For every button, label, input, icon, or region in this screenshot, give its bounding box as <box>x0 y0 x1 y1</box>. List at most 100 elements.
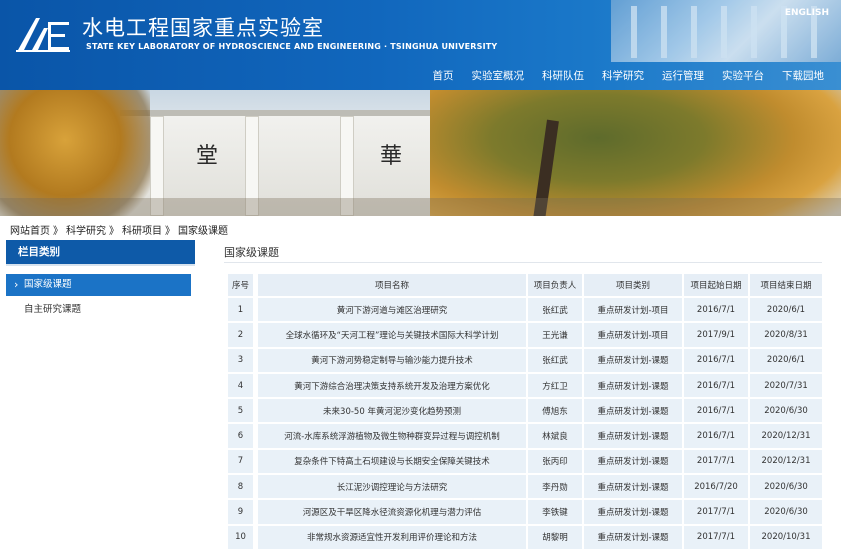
project-category: 重点研发计划-课题 <box>582 348 682 372</box>
nav-item-home[interactable]: 首页 <box>424 68 463 83</box>
nav-item-team[interactable]: 科研队伍 <box>533 68 593 83</box>
projects-table: 序号 项目名称 项目负责人 项目类别 项目起始日期 项目结束日期 1 黄河下游河道… <box>228 272 822 551</box>
principal-investigator: 傅旭东 <box>526 399 582 423</box>
end-date: 2020/6/1 <box>748 298 822 322</box>
start-date: 2016/7/20 <box>682 475 748 499</box>
end-date: 2020/8/31 <box>748 323 822 347</box>
banner-character: 華 <box>380 144 403 169</box>
sidebar-item-independent-projects[interactable]: 自主研究课题 <box>6 299 191 321</box>
column-header: 项目类别 <box>582 274 682 296</box>
principal-investigator: 王光谦 <box>526 323 582 347</box>
project-category: 重点研发计划-课题 <box>582 424 682 448</box>
start-date: 2016/7/1 <box>682 373 748 398</box>
breadcrumb-home[interactable]: 网站首页 <box>10 226 50 237</box>
sidebar-item-national-projects[interactable]: 国家级课题 <box>6 274 191 296</box>
column-header: 项目结束日期 <box>748 274 822 296</box>
table-row[interactable]: 10 非常规水资源适宜性开发利用评价理论和方法 胡黎明 重点研发计划-课题 2017/7… <box>228 525 822 549</box>
project-name-link[interactable]: 黄河下游河势稳定制导与输沙能力提升技术 <box>256 348 526 372</box>
title-divider <box>224 262 822 263</box>
table-header-row: 序号 项目名称 项目负责人 项目类别 项目起始日期 项目结束日期 <box>228 274 822 296</box>
lab-logo-icon[interactable] <box>14 14 72 54</box>
project-name-link[interactable]: 黄河下游综合治理决策支持系统开发及治理方案优化 <box>256 373 526 398</box>
column-header: 项目起始日期 <box>682 274 748 296</box>
table-row[interactable]: 3 黄河下游河势稳定制导与输沙能力提升技术 张红武 重点研发计划-课题 2016/7/1… <box>228 348 822 372</box>
project-category: 重点研发计划-课题 <box>582 475 682 499</box>
principal-investigator: 林斌良 <box>526 424 582 448</box>
table-row[interactable]: 5 未来30-50 年黄河泥沙变化趋势预测 傅旭东 重点研发计划-课题 2016/7/1… <box>228 399 822 423</box>
project-name-link[interactable]: 长江泥沙调控理论与方法研究 <box>256 475 526 499</box>
nav-item-overview[interactable]: 实验室概况 <box>463 68 534 83</box>
row-number: 5 <box>228 399 256 423</box>
start-date: 2016/7/1 <box>682 399 748 423</box>
project-category: 重点研发计划-课题 <box>582 399 682 423</box>
end-date: 2020/6/30 <box>748 500 822 524</box>
project-name-link[interactable]: 河流-水库系统浮游植物及微生物种群变异过程与调控机制 <box>256 424 526 448</box>
project-name-link[interactable]: 黄河下游河道与滩区治理研究 <box>256 298 526 322</box>
project-name-link[interactable]: 河源区及干旱区降水径流资源化机理与潜力评估 <box>256 500 526 524</box>
start-date: 2016/7/1 <box>682 348 748 372</box>
table-row[interactable]: 7 复杂条件下特高土石坝建设与长期安全保障关键技术 张丙印 重点研发计划-课题 2017… <box>228 449 822 474</box>
start-date: 2017/7/1 <box>682 449 748 474</box>
column-header: 项目负责人 <box>526 274 582 296</box>
row-number: 8 <box>228 475 256 499</box>
banner-image: 堂 華 清 <box>0 90 841 216</box>
english-link[interactable]: ENGLISH <box>785 8 829 18</box>
end-date: 2020/12/31 <box>748 449 822 474</box>
site-header: 水电工程国家重点实验室 STATE KEY LABORATORY OF HYDR… <box>0 0 841 90</box>
start-date: 2017/7/1 <box>682 525 748 549</box>
project-name-link[interactable]: 全球水循环及“天河工程”理论与关键技术国际大科学计划 <box>256 323 526 347</box>
row-number: 10 <box>228 525 256 549</box>
column-header: 项目名称 <box>256 274 526 296</box>
table-row[interactable]: 6 河流-水库系统浮游植物及微生物种群变异过程与调控机制 林斌良 重点研发计划-课题 2… <box>228 424 822 448</box>
nav-item-research[interactable]: 科学研究 <box>593 68 653 83</box>
banner-character: 堂 <box>196 144 219 169</box>
principal-investigator: 胡黎明 <box>526 525 582 549</box>
start-date: 2016/7/1 <box>682 298 748 322</box>
end-date: 2020/6/1 <box>748 348 822 372</box>
breadcrumb-research[interactable]: 科学研究 <box>66 226 106 237</box>
table-row[interactable]: 1 黄河下游河道与滩区治理研究 张红武 重点研发计划-项目 2016/7/1 2020/6… <box>228 298 822 322</box>
project-name-link[interactable]: 复杂条件下特高土石坝建设与长期安全保障关键技术 <box>256 449 526 474</box>
row-number: 6 <box>228 424 256 448</box>
project-category: 重点研发计划-项目 <box>582 323 682 347</box>
row-number: 4 <box>228 373 256 398</box>
end-date: 2020/12/31 <box>748 424 822 448</box>
nav-item-downloads[interactable]: 下载园地 <box>773 68 833 83</box>
project-category: 重点研发计划-课题 <box>582 500 682 524</box>
row-number: 1 <box>228 298 256 322</box>
table-row[interactable]: 2 全球水循环及“天河工程”理论与关键技术国际大科学计划 王光谦 重点研发计划-项目 2… <box>228 323 822 347</box>
row-number: 7 <box>228 449 256 474</box>
sidebar-heading: 栏目类别 <box>6 240 195 264</box>
end-date: 2020/6/30 <box>748 475 822 499</box>
row-number: 3 <box>228 348 256 372</box>
table-row[interactable]: 9 河源区及干旱区降水径流资源化机理与潜力评估 李铁键 重点研发计划-课题 2017/7… <box>228 500 822 524</box>
principal-investigator: 张红武 <box>526 298 582 322</box>
end-date: 2020/6/30 <box>748 399 822 423</box>
column-header: 序号 <box>228 274 256 296</box>
principal-investigator: 李铁键 <box>526 500 582 524</box>
table-row[interactable]: 8 长江泥沙调控理论与方法研究 李丹勋 重点研发计划-课题 2016/7/20 2020/… <box>228 475 822 499</box>
breadcrumb: 网站首页》科学研究》科研项目》国家级课题 <box>10 226 228 237</box>
principal-investigator: 张丙印 <box>526 449 582 474</box>
row-number: 2 <box>228 323 256 347</box>
nav-item-management[interactable]: 运行管理 <box>653 68 713 83</box>
start-date: 2017/7/1 <box>682 500 748 524</box>
project-category: 重点研发计划-课题 <box>582 525 682 549</box>
breadcrumb-current[interactable]: 国家级课题 <box>178 226 228 237</box>
breadcrumb-projects[interactable]: 科研项目 <box>122 226 162 237</box>
table-row[interactable]: 4 黄河下游综合治理决策支持系统开发及治理方案优化 方红卫 重点研发计划-课题 2016… <box>228 373 822 398</box>
main-nav: 首页 实验室概况 科研队伍 科学研究 运行管理 实验平台 下载园地 <box>424 62 834 88</box>
nav-item-platform[interactable]: 实验平台 <box>713 68 773 83</box>
project-name-link[interactable]: 非常规水资源适宜性开发利用评价理论和方法 <box>256 525 526 549</box>
site-subtitle: STATE KEY LABORATORY OF HYDROSCIENCE AND… <box>86 42 498 51</box>
project-category: 重点研发计划-课题 <box>582 373 682 398</box>
sidebar-divider <box>6 264 195 266</box>
end-date: 2020/10/31 <box>748 525 822 549</box>
site-title: 水电工程国家重点实验室 <box>82 16 324 40</box>
principal-investigator: 李丹勋 <box>526 475 582 499</box>
end-date: 2020/7/31 <box>748 373 822 398</box>
principal-investigator: 方红卫 <box>526 373 582 398</box>
project-name-link[interactable]: 未来30-50 年黄河泥沙变化趋势预测 <box>256 399 526 423</box>
project-category: 重点研发计划-课题 <box>582 449 682 474</box>
page-title: 国家级课题 <box>224 246 279 259</box>
